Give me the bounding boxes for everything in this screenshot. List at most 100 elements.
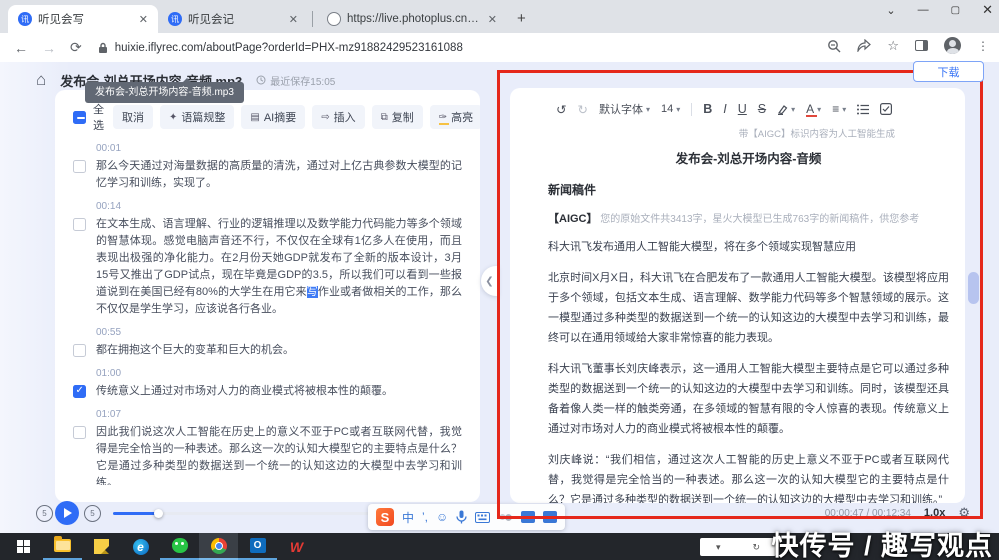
taskbar-outlook[interactable]: O — [238, 533, 277, 560]
collapse-panel-handle[interactable]: ❮ — [481, 266, 498, 296]
highlight-button[interactable]: ✑高亮 — [430, 105, 480, 129]
bold-button[interactable]: B — [703, 102, 712, 116]
taskbar-sticky-notes[interactable] — [82, 533, 121, 560]
cancel-button[interactable]: 取消 — [113, 105, 153, 129]
transcript-segment: 00:01 那么今天通过对海量数据的高质量的清洗，通过对上亿古典参数大模型的记忆… — [73, 143, 462, 192]
task-checkbox-icon[interactable] — [880, 103, 892, 115]
play-button[interactable] — [55, 501, 79, 525]
taskbar-search-box[interactable]: ▾ ↻ — [700, 538, 776, 556]
select-all-checkbox[interactable] — [73, 111, 86, 124]
rewind-5s-icon[interactable]: 5 — [36, 505, 53, 522]
taskbar-edge[interactable]: e — [121, 533, 160, 560]
zoom-icon[interactable] — [827, 39, 841, 53]
underline-button[interactable]: U — [738, 102, 747, 116]
browser-menu-icon[interactable]: ⋮ — [977, 39, 989, 53]
segment-text[interactable]: 在文本生成、语言理解、行业的逻辑推理以及数学能力代码能力等多个领域的智慧体现。感… — [96, 216, 462, 318]
progress-track[interactable] — [113, 512, 390, 515]
window-close-icon[interactable]: ✕ — [982, 2, 993, 18]
align-button[interactable]: ≡▾ — [832, 102, 846, 116]
window-menu-icon[interactable]: ⌄ — [886, 4, 895, 17]
taskbar-wps[interactable]: W — [277, 533, 316, 560]
taskbar-chrome[interactable] — [199, 533, 238, 560]
ai-summary-button[interactable]: ▤AI摘要 — [241, 105, 305, 129]
iflytek-favicon-icon: 讯 — [18, 12, 32, 26]
segment-checkbox[interactable] — [73, 344, 86, 357]
normalize-button[interactable]: ✦语篇规整 — [160, 105, 234, 129]
window-minimize-icon[interactable]: — — [918, 4, 929, 16]
segment-text[interactable]: 都在拥抱这个巨大的变革和巨大的机会。 — [96, 342, 462, 359]
home-icon[interactable]: ⌂ — [36, 70, 46, 90]
share-icon[interactable] — [857, 39, 871, 52]
editor-toolbar: ↺ ↻ 默认字体▾ 14▾ B I U S ▾ A▾ ≡▾ — [510, 88, 965, 117]
transcript-segment: 00:55 都在拥抱这个巨大的变革和巨大的机会。 — [73, 327, 462, 359]
forward-icon[interactable]: → — [42, 40, 56, 56]
forward-5s-icon[interactable]: 5 — [84, 505, 101, 522]
font-color-button[interactable]: A▾ — [806, 102, 821, 116]
emoji-icon[interactable]: ☺ — [436, 510, 448, 524]
window-maximize-icon[interactable]: ▢ — [951, 5, 960, 16]
ime-extra-icon[interactable] — [543, 511, 557, 523]
edge-icon: e — [133, 539, 149, 555]
chinese-mode-icon[interactable]: 中 — [402, 509, 414, 526]
tab-huiji[interactable]: 讯 听见会记 ✕ — [158, 5, 308, 33]
segment-checkbox[interactable] — [73, 426, 86, 439]
highlight-color-button[interactable]: ▾ — [777, 104, 795, 115]
side-panel-icon[interactable] — [915, 40, 928, 51]
new-tab-button[interactable]: + — [517, 10, 526, 27]
segment-text[interactable]: 因此我们说这次人工智能在历史上的意义不亚于PC或者互联网代替，我觉得是完全恰当的… — [96, 424, 462, 485]
tab-close-icon[interactable]: ✕ — [287, 13, 300, 26]
tab-photoplus[interactable]: https://live.photoplus.cn/live/ ✕ — [317, 5, 507, 33]
segment-checkbox-checked[interactable] — [73, 385, 86, 398]
font-family-select[interactable]: 默认字体▾ — [599, 101, 650, 117]
wps-icon: W — [290, 539, 303, 555]
document-body[interactable]: 发布会-刘总开场内容-音频 新闻稿件 【AIGC】 您的原始文件共3413字，星… — [510, 148, 965, 503]
tab-separator — [312, 11, 313, 27]
voice-input-icon[interactable] — [456, 510, 467, 524]
strikethrough-button[interactable]: S — [758, 102, 766, 116]
transcript-segment: 01:07 因此我们说这次人工智能在历史上的意义不亚于PC或者互联网代替，我觉得… — [73, 409, 462, 485]
back-icon[interactable]: ← — [14, 40, 28, 56]
punctuation-icon[interactable]: ’, — [422, 510, 428, 524]
list-icon[interactable] — [857, 104, 869, 115]
font-size-select[interactable]: 14▾ — [661, 103, 680, 115]
undo-icon[interactable]: ↺ — [556, 102, 566, 117]
gear-icon[interactable]: ⚙ — [958, 505, 970, 521]
redo-icon[interactable]: ↻ — [577, 102, 587, 117]
scrollbar-thumb[interactable] — [968, 272, 979, 304]
taskbar-file-explorer[interactable] — [43, 533, 82, 560]
insert-button[interactable]: ⇨插入 — [312, 105, 364, 129]
tab-close-icon[interactable]: ✕ — [137, 13, 150, 26]
chevron-down-icon: ▾ — [676, 105, 680, 114]
tab-huixie[interactable]: 讯 听见会写 ✕ — [8, 5, 158, 33]
url-field[interactable]: huixie.iflyrec.com/aboutPage?orderId=PHX… — [98, 42, 463, 54]
segment-checkbox[interactable] — [73, 218, 86, 231]
reload-icon[interactable]: ⟳ — [70, 39, 82, 56]
segment-checkbox[interactable] — [73, 160, 86, 173]
segment-timestamp: 00:01 — [96, 143, 462, 154]
taskbar-wechat[interactable] — [160, 533, 199, 560]
tab-title: 听见会记 — [188, 11, 281, 27]
download-button[interactable]: 下载 — [913, 61, 984, 82]
soft-keyboard-icon[interactable] — [475, 512, 490, 523]
sticky-notes-icon — [94, 539, 109, 554]
bookmark-star-icon[interactable]: ☆ — [887, 38, 899, 54]
chevron-down-icon: ▾ — [646, 105, 650, 114]
filename-tooltip: 发布会-刘总开场内容-音频.mp3 — [85, 82, 244, 103]
document-player-status: 00:00:47 / 00:12:34 1.0x ⚙ — [640, 505, 970, 521]
segment-text[interactable]: 那么今天通过对海量数据的高质量的清洗，通过对上亿古典参数大模型的记忆学习和训练，… — [96, 158, 462, 192]
copy-button[interactable]: ⧉复制 — [372, 105, 423, 129]
progress-thumb[interactable] — [154, 509, 163, 518]
highlighter-icon: ✑ — [439, 112, 447, 123]
sogou-logo-icon[interactable]: S — [376, 508, 394, 526]
tab-close-icon[interactable]: ✕ — [486, 13, 499, 26]
playback-speed[interactable]: 1.0x — [924, 507, 945, 519]
start-button[interactable] — [4, 533, 43, 560]
outlook-icon: O — [250, 538, 266, 553]
transcript-list: 00:01 那么今天通过对海量数据的高质量的清洗，通过对上亿古典参数大模型的记忆… — [55, 133, 480, 485]
profile-avatar[interactable] — [944, 37, 961, 54]
segment-text[interactable]: 传统意义上通过对市场对人力的商业模式将被根本性的颠覆。 — [96, 383, 462, 400]
ime-extra-icon[interactable] — [521, 511, 535, 523]
italic-button[interactable]: I — [723, 102, 726, 116]
marker-pen-icon — [777, 104, 788, 115]
toolbox-icon[interactable] — [498, 512, 513, 523]
